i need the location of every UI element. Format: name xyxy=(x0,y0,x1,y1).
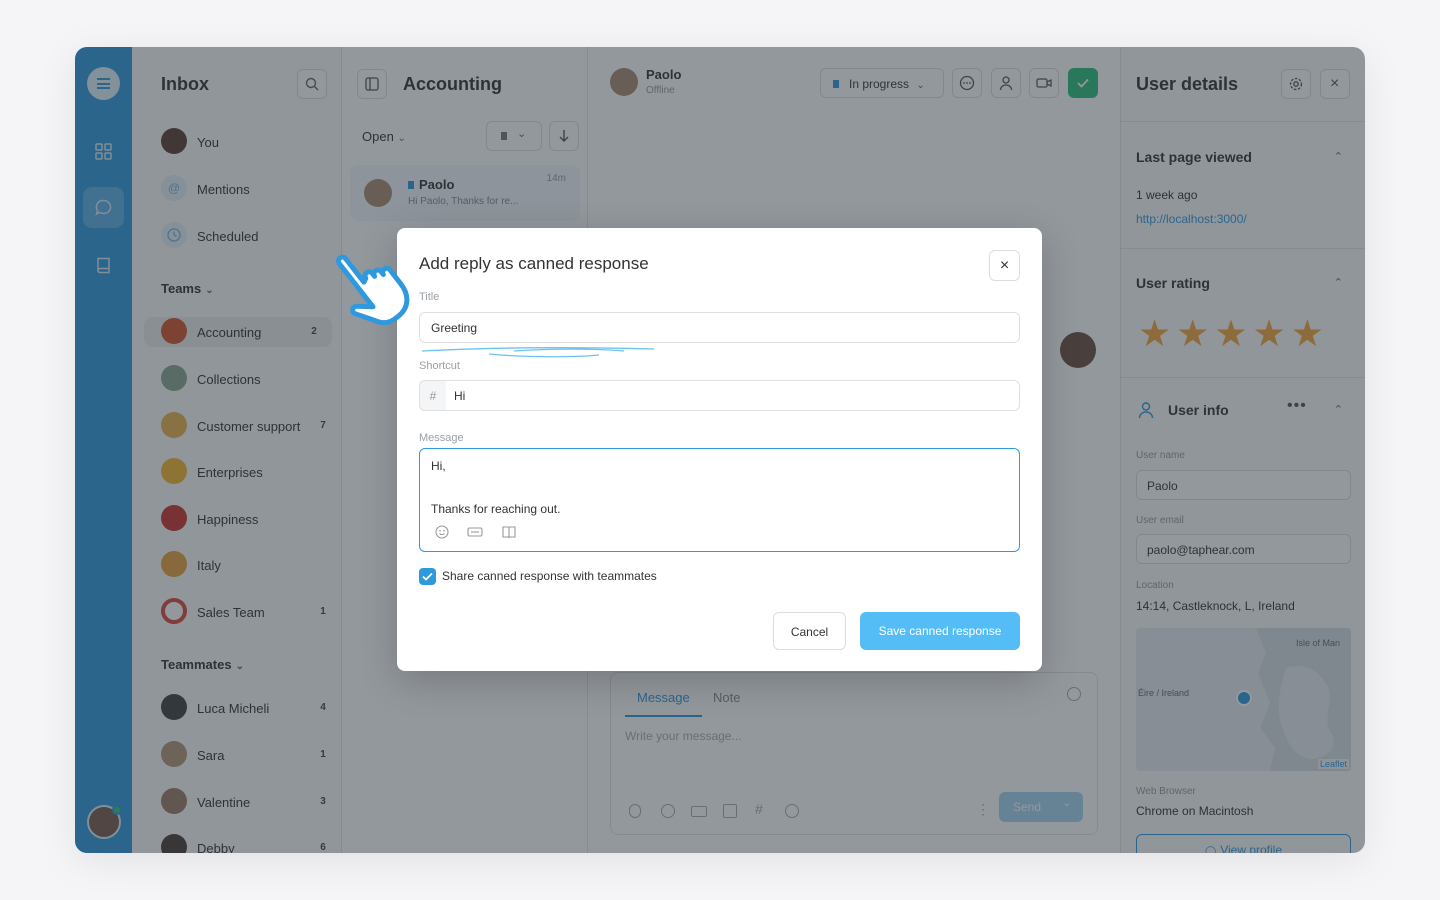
shortcut-label: Shortcut xyxy=(419,360,460,372)
message-label: Message xyxy=(419,432,464,444)
message-toolbar xyxy=(435,525,516,544)
emoji-icon[interactable] xyxy=(435,525,449,539)
shortcut-prefix: # xyxy=(419,380,446,411)
gif-icon[interactable] xyxy=(467,525,484,539)
message-line: Thanks for reaching out. xyxy=(431,502,561,516)
message-line: Hi, xyxy=(431,459,446,473)
canned-response-dialog: Add reply as canned response × Title Gre… xyxy=(397,228,1042,671)
check-icon xyxy=(422,572,433,581)
cancel-button[interactable]: Cancel xyxy=(773,612,846,650)
title-label: Title xyxy=(419,291,440,303)
book-icon[interactable] xyxy=(502,525,516,539)
dialog-title: Add reply as canned response xyxy=(419,254,649,273)
hand-pointer-icon xyxy=(335,254,410,326)
scribble-annotation xyxy=(421,347,655,358)
save-canned-response-button[interactable]: Save canned response xyxy=(860,612,1020,650)
shortcut-input[interactable]: Hi xyxy=(419,380,1020,411)
share-checkbox-label[interactable]: Share canned response with teammates xyxy=(442,569,657,583)
dialog-close-button[interactable]: × xyxy=(989,250,1020,281)
close-icon: × xyxy=(999,257,1010,274)
title-input[interactable]: Greeting xyxy=(419,312,1020,343)
share-checkbox[interactable] xyxy=(419,568,436,585)
message-textarea[interactable]: Hi, Thanks for reaching out. xyxy=(419,448,1020,552)
